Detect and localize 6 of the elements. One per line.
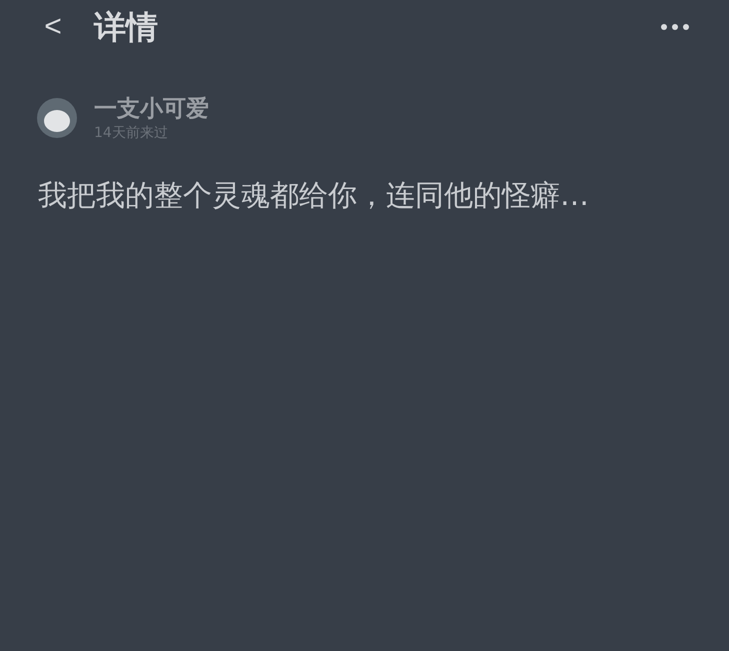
back-button[interactable]: < — [38, 12, 68, 42]
avatar-icon — [37, 98, 77, 138]
more-icon[interactable] — [661, 24, 689, 30]
page-title: 详情 — [94, 7, 158, 48]
author-name: 一支小可爱 — [94, 95, 209, 124]
post-content: 我把我的整个灵魂都给你，连同他的怪癖… — [37, 177, 590, 214]
